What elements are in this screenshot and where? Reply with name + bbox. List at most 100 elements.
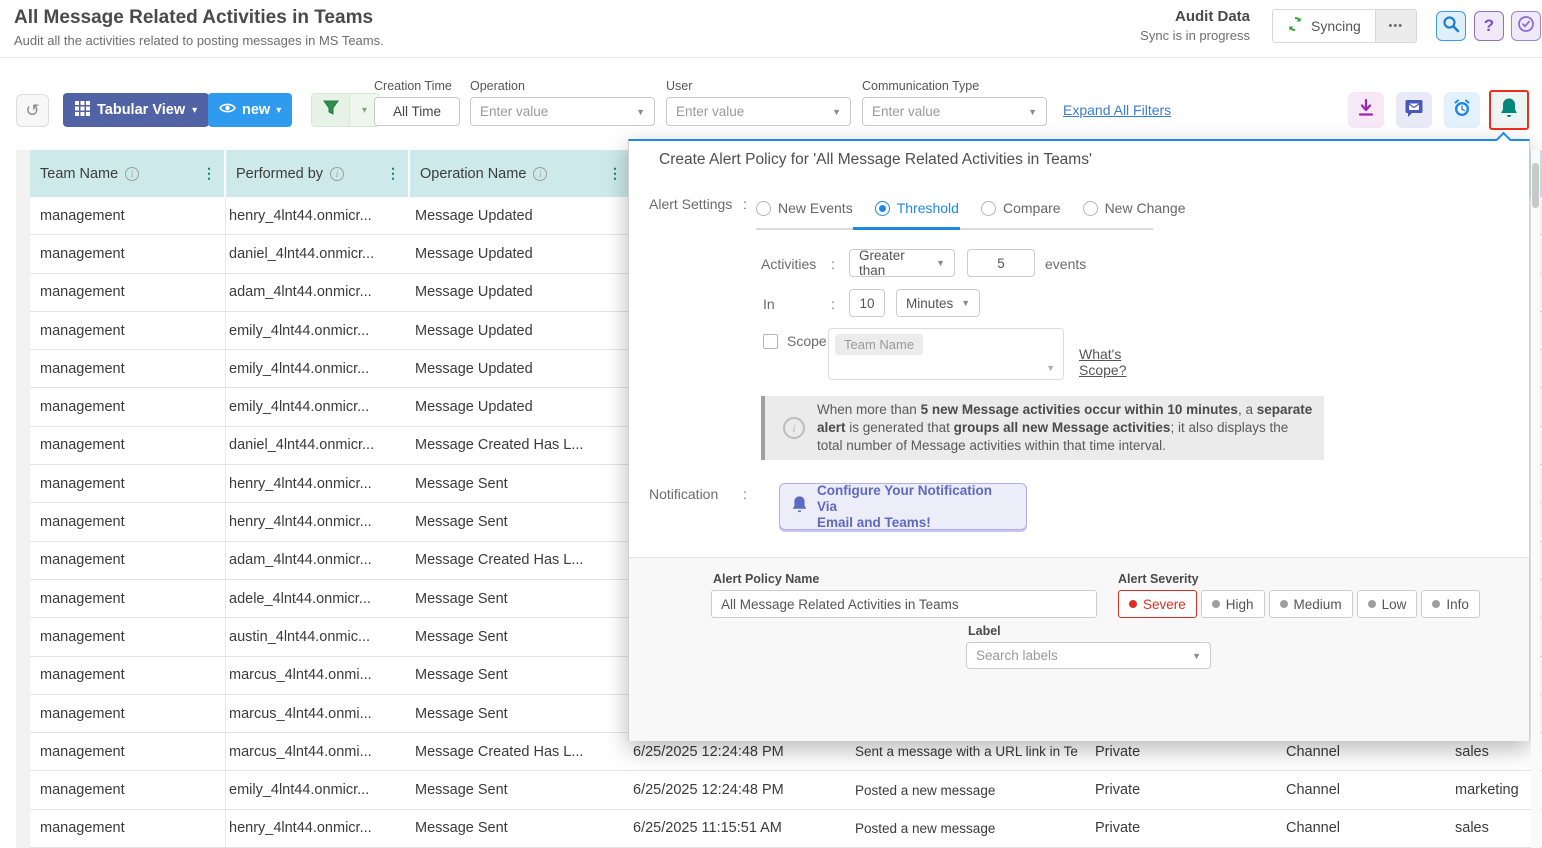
table-cell: Posted a new message xyxy=(855,771,1093,808)
search-button[interactable] xyxy=(1436,11,1466,41)
table-cell: 6/25/2025 11:15:51 AM xyxy=(630,810,855,847)
table-cell: austin_4lnt44.onmic... xyxy=(226,618,410,655)
table-cell: Message Sent xyxy=(410,771,630,808)
radio-circle-icon xyxy=(756,201,771,216)
table-cell: adam_4lnt44.onmicr... xyxy=(226,274,410,311)
export-button[interactable] xyxy=(1348,92,1384,128)
funnel-icon xyxy=(323,100,339,121)
filter-label: Operation xyxy=(470,79,655,93)
column-header-performed-by[interactable]: Performed by i ⋮ xyxy=(226,150,410,197)
table-cell: emily_4lnt44.onmicr... xyxy=(226,771,410,808)
tabular-view-button[interactable]: Tabular View ▾ xyxy=(63,93,209,127)
table-cell: marcus_4lnt44.onmi... xyxy=(226,733,410,770)
table-cell: management xyxy=(30,580,226,617)
column-label: Team Name xyxy=(40,166,118,182)
alert-settings-label: Alert Settings xyxy=(649,196,732,212)
creation-time-button[interactable]: All Time xyxy=(374,97,460,126)
help-button[interactable]: ? xyxy=(1474,11,1504,41)
whats-scope-link[interactable]: What's Scope? xyxy=(1079,346,1126,378)
radio-compare[interactable]: Compare xyxy=(981,200,1061,216)
radio-label: New Events xyxy=(778,200,853,216)
table-cell: Channel xyxy=(1283,771,1453,808)
filter-operation: Operation Enter value ▼ xyxy=(470,79,655,126)
question-icon: ? xyxy=(1484,16,1494,36)
severity-medium[interactable]: Medium xyxy=(1269,590,1353,618)
tabular-view-label: Tabular View xyxy=(97,102,185,118)
time-unit-select[interactable]: Minutes ▼ xyxy=(896,289,980,317)
table-cell: 6/25/2025 12:24:48 PM xyxy=(630,771,855,808)
column-label: Operation Name xyxy=(420,166,526,182)
operation-select[interactable]: Enter value ▼ xyxy=(470,97,655,126)
sync-more-button[interactable]: ••• xyxy=(1376,9,1417,43)
table-cell: Private xyxy=(1093,810,1283,847)
threshold-condition-select[interactable]: Greater than ▼ xyxy=(849,249,955,277)
table-cell: Message Updated xyxy=(410,350,630,387)
severity-option-label: Severe xyxy=(1143,597,1186,612)
column-header-operation-name[interactable]: Operation Name i ⋮ xyxy=(410,150,630,197)
alert-bell-button[interactable]: 1 xyxy=(1489,90,1529,130)
table-cell: Message Updated xyxy=(410,312,630,349)
table-cell: henry_4lnt44.onmicr... xyxy=(226,810,410,847)
radio-new-events[interactable]: New Events xyxy=(756,200,853,216)
table-row[interactable]: managementemily_4lnt44.onmicr...Message … xyxy=(30,771,1542,809)
sync-status-text: Sync is in progress xyxy=(1140,28,1250,43)
expand-all-filters-link[interactable]: Expand All Filters xyxy=(1063,102,1171,118)
filter-split-button: ▾ xyxy=(311,93,380,127)
page-subtitle: Audit all the activities related to post… xyxy=(14,33,384,48)
communication-type-select[interactable]: Enter value ▼ xyxy=(862,97,1047,126)
events-unit-label: events xyxy=(1045,256,1086,272)
severity-low[interactable]: Low xyxy=(1357,590,1418,618)
table-cell: Message Created Has L... xyxy=(410,542,630,579)
table-row[interactable]: managementhenry_4lnt44.onmicr...Message … xyxy=(30,810,1542,848)
configure-notification-button[interactable]: Configure Your Notification Via Email an… xyxy=(779,483,1027,530)
feedback-button[interactable] xyxy=(1396,92,1432,128)
user-select[interactable]: Enter value ▼ xyxy=(666,97,851,126)
table-cell: management xyxy=(30,274,226,311)
chevron-down-icon: ▼ xyxy=(1028,107,1037,117)
vertical-scrollbar[interactable] xyxy=(1531,150,1540,848)
column-header-team-name[interactable]: Team Name i ⋮ xyxy=(30,150,226,197)
time-window-input[interactable] xyxy=(849,289,885,317)
table-cell: henry_4lnt44.onmicr... xyxy=(226,503,410,540)
table-cell: management xyxy=(30,542,226,579)
eye-icon xyxy=(219,102,236,118)
radio-circle-icon xyxy=(1083,201,1098,216)
scrollbar-thumb[interactable] xyxy=(1532,163,1539,208)
scope-checkbox[interactable] xyxy=(763,334,778,349)
colon: : xyxy=(743,196,747,212)
chevron-down-icon: ▼ xyxy=(1046,363,1055,373)
creation-time-value: All Time xyxy=(384,104,450,119)
severity-dot-icon xyxy=(1129,600,1137,608)
table-cell: management xyxy=(30,503,226,540)
severity-severe[interactable]: Severe xyxy=(1118,590,1197,618)
table-cell: emily_4lnt44.onmicr... xyxy=(226,350,410,387)
events-count-input[interactable] xyxy=(967,249,1035,277)
radio-new-change[interactable]: New Change xyxy=(1083,200,1186,216)
scope-input[interactable]: Team Name ▼ xyxy=(828,328,1064,380)
radio-group-underline xyxy=(756,228,1153,230)
severity-high[interactable]: High xyxy=(1201,590,1265,618)
table-cell: emily_4lnt44.onmicr... xyxy=(226,312,410,349)
refresh-button[interactable]: ↺ xyxy=(16,94,49,127)
table-cell: management xyxy=(30,465,226,502)
column-menu-icon[interactable]: ⋮ xyxy=(386,165,400,182)
toolbar: ↺ Tabular View ▾ new ▾ ▾ Creation xyxy=(0,58,1542,150)
syncing-button[interactable]: Syncing xyxy=(1272,9,1376,43)
column-menu-icon[interactable]: ⋮ xyxy=(608,165,622,182)
audit-data-label: Audit Data xyxy=(1140,8,1250,25)
filter-creation-time: Creation Time All Time xyxy=(374,79,460,126)
sync-button-group: Syncing ••• xyxy=(1272,9,1417,43)
info-icon: i xyxy=(533,167,547,181)
radio-threshold[interactable]: Threshold xyxy=(875,200,959,216)
search-icon xyxy=(1442,15,1460,38)
policy-name-input[interactable] xyxy=(711,590,1097,618)
table-cell: Message Updated xyxy=(410,274,630,311)
scheduled-tasks-button[interactable] xyxy=(1511,11,1541,41)
severity-info[interactable]: Info xyxy=(1421,590,1480,618)
label-select[interactable]: Search labels ▼ xyxy=(966,642,1211,669)
view-preset-button[interactable]: new ▾ xyxy=(208,93,292,127)
column-menu-icon[interactable]: ⋮ xyxy=(202,165,216,182)
filter-user: User Enter value ▼ xyxy=(666,79,851,126)
schedule-alarm-button[interactable] xyxy=(1444,92,1480,128)
filter-button[interactable] xyxy=(312,94,349,126)
